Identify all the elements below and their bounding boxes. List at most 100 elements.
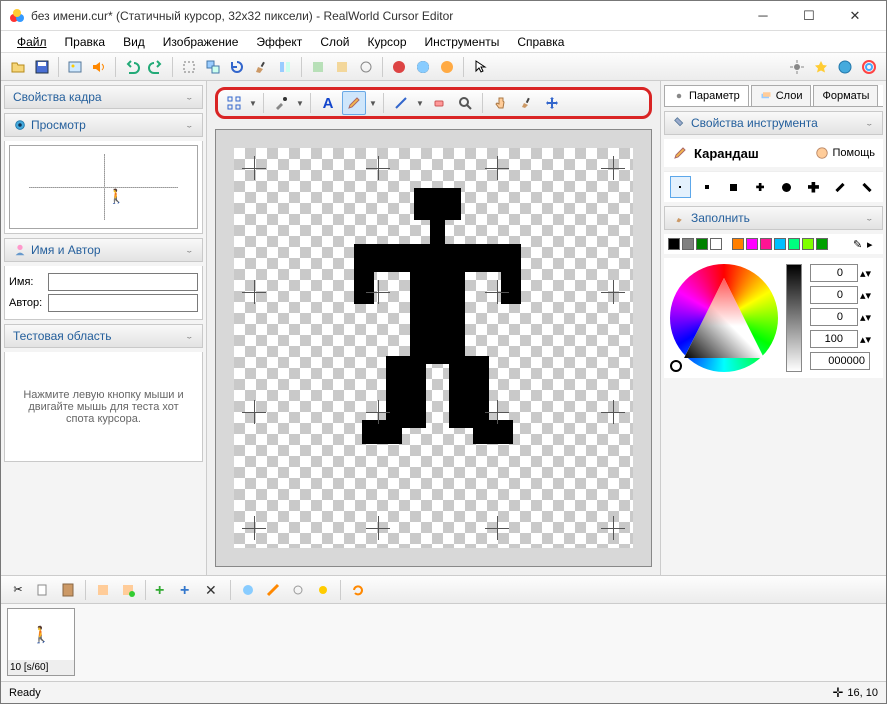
dropper-tool-icon[interactable] (269, 91, 293, 115)
globe-icon[interactable] (834, 56, 856, 78)
move-tool-icon[interactable] (540, 91, 564, 115)
text-tool-icon[interactable]: A (316, 91, 340, 115)
add2-icon[interactable]: + (177, 579, 199, 601)
copy-icon[interactable] (32, 579, 54, 601)
select-tool-icon[interactable] (222, 91, 246, 115)
color-triangle[interactable] (684, 278, 764, 358)
brush-2px[interactable] (697, 176, 718, 198)
effect3-icon[interactable] (355, 56, 377, 78)
tool-props-header[interactable]: Свойства инструмента ⌄ (664, 111, 883, 135)
star-icon[interactable] (810, 56, 832, 78)
pencil-dropdown[interactable]: ▼ (368, 91, 378, 115)
save-icon[interactable] (31, 56, 53, 78)
clipboard1-icon[interactable] (92, 579, 114, 601)
hex-input[interactable] (810, 352, 870, 370)
brush-plus2[interactable] (803, 176, 824, 198)
misc3-icon[interactable] (287, 579, 309, 601)
cut-icon[interactable]: ✂ (7, 579, 29, 601)
add-swatch-icon[interactable]: ▸ (867, 238, 879, 250)
flip-icon[interactable] (274, 56, 296, 78)
misc2-icon[interactable] (262, 579, 284, 601)
rotate-icon[interactable] (226, 56, 248, 78)
alpha-slider[interactable] (786, 264, 802, 372)
menu-edit[interactable]: Правка (57, 33, 114, 51)
menu-help[interactable]: Справка (509, 33, 572, 51)
undo-icon[interactable] (121, 56, 143, 78)
swatch[interactable] (668, 238, 680, 250)
menu-tools[interactable]: Инструменты (417, 33, 508, 51)
image-icon[interactable] (64, 56, 86, 78)
swatch[interactable] (816, 238, 828, 250)
b-input[interactable] (810, 308, 858, 326)
menu-layer[interactable]: Слой (312, 33, 357, 51)
line-tool-icon[interactable] (389, 91, 413, 115)
menu-effect[interactable]: Эффект (248, 33, 310, 51)
paste-icon[interactable] (57, 579, 79, 601)
swatch[interactable] (774, 238, 786, 250)
palette3-icon[interactable] (436, 56, 458, 78)
brush-plus[interactable] (750, 176, 771, 198)
eraser-tool-icon[interactable] (427, 91, 451, 115)
dropper-dropdown[interactable]: ▼ (295, 91, 305, 115)
open-icon[interactable] (7, 56, 29, 78)
frame-props-header[interactable]: Свойства кадра ⌄ (4, 85, 203, 109)
name-input[interactable] (48, 273, 198, 291)
brush-3px[interactable] (723, 176, 744, 198)
menu-image[interactable]: Изображение (155, 33, 247, 51)
brush-icon[interactable] (250, 56, 272, 78)
pencil-tool-icon[interactable] (342, 91, 366, 115)
misc1-icon[interactable] (237, 579, 259, 601)
add-icon[interactable]: + (152, 579, 174, 601)
swatch[interactable] (802, 238, 814, 250)
tab-formats[interactable]: Форматы (813, 85, 878, 106)
clipboard2-icon[interactable] (117, 579, 139, 601)
brush-round[interactable] (777, 176, 798, 198)
line-dropdown[interactable]: ▼ (415, 91, 425, 115)
tab-parameters[interactable]: Параметр (664, 85, 749, 106)
misc4-icon[interactable] (312, 579, 334, 601)
finger-tool-icon[interactable] (488, 91, 512, 115)
maximize-button[interactable]: ☐ (786, 1, 832, 31)
crop-icon[interactable] (178, 56, 200, 78)
brush-tool-icon[interactable] (514, 91, 538, 115)
brush-1px[interactable] (670, 176, 691, 198)
color-wheel[interactable] (670, 264, 778, 372)
test-area-body[interactable]: Нажмите левую кнопку мыши и двигайте мыш… (4, 352, 203, 462)
swatch[interactable] (732, 238, 744, 250)
test-area-header[interactable]: Тестовая область ⌄ (4, 324, 203, 348)
author-input[interactable] (48, 294, 198, 312)
menu-file[interactable]: Файл (9, 33, 55, 51)
g-input[interactable] (810, 286, 858, 304)
effect1-icon[interactable] (307, 56, 329, 78)
reload-icon[interactable] (347, 579, 369, 601)
a-input[interactable] (810, 330, 858, 348)
close-button[interactable]: ✕ (832, 1, 878, 31)
r-input[interactable] (810, 264, 858, 282)
frame-item[interactable]: 🚶 10 [s/60] (7, 608, 75, 676)
tab-layers[interactable]: Слои (751, 85, 812, 106)
zoom-tool-icon[interactable] (453, 91, 477, 115)
rainbow-icon[interactable] (858, 56, 880, 78)
effect2-icon[interactable] (331, 56, 353, 78)
gear-icon[interactable] (786, 56, 808, 78)
pointer-icon[interactable] (469, 56, 491, 78)
color-ring-selector[interactable] (670, 360, 682, 372)
swatch[interactable] (760, 238, 772, 250)
palette1-icon[interactable] (388, 56, 410, 78)
swatch[interactable] (682, 238, 694, 250)
select-dropdown[interactable]: ▼ (248, 91, 258, 115)
menu-cursor[interactable]: Курсор (360, 33, 415, 51)
minimize-button[interactable]: ─ (740, 1, 786, 31)
palette2-icon[interactable] (412, 56, 434, 78)
canvas-area[interactable] (215, 129, 652, 567)
menu-view[interactable]: Вид (115, 33, 153, 51)
swatch[interactable] (696, 238, 708, 250)
preview-header[interactable]: Просмотр ⌄ (4, 113, 203, 137)
sound-icon[interactable] (88, 56, 110, 78)
swatch[interactable] (710, 238, 722, 250)
help-link[interactable]: Помощь (815, 146, 876, 160)
swatch[interactable] (746, 238, 758, 250)
resize-icon[interactable] (202, 56, 224, 78)
brush-diag[interactable] (830, 176, 851, 198)
delete-icon[interactable]: ✕ (202, 579, 224, 601)
